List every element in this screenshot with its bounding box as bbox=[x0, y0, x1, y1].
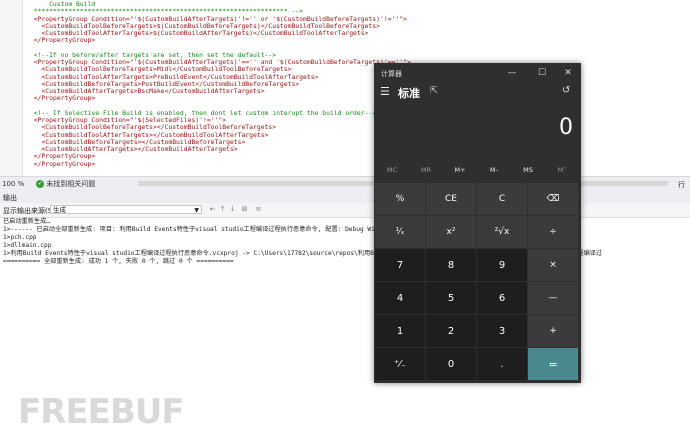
subtract-key[interactable]: — bbox=[528, 282, 578, 314]
word-wrap-icon[interactable]: ≡ bbox=[254, 205, 263, 214]
code-line[interactable]: </PropertyGroup> bbox=[26, 36, 411, 44]
digit-3-key[interactable]: 3 bbox=[477, 315, 527, 347]
code-editor[interactable]: Custom Build ***************************… bbox=[0, 0, 690, 176]
calculator-window[interactable]: 计算器 — ☐ ✕ ☰ 标准 ⇱ ↺ 0 MC MR M+ M- MS M˅ % CE C ⌫ ¹… bbox=[374, 63, 581, 383]
hamburger-icon[interactable]: ☰ bbox=[380, 85, 390, 98]
digit-9-key[interactable]: 9 bbox=[477, 249, 527, 281]
calculator-display: 0 bbox=[559, 115, 573, 140]
digit-2-key[interactable]: 2 bbox=[426, 315, 476, 347]
keep-on-top-icon[interactable]: ⇱ bbox=[430, 86, 438, 96]
calculator-titlebar[interactable]: 计算器 — ☐ ✕ bbox=[374, 63, 581, 83]
output-source-value: 生成 bbox=[53, 206, 66, 214]
editor-status-bar: 100 % ✓ 未找到相关问题 行 bbox=[0, 176, 690, 191]
minimize-icon[interactable]: — bbox=[502, 66, 522, 80]
find-message-icon[interactable]: ⇤ bbox=[208, 205, 217, 214]
next-message-icon[interactable]: ↓ bbox=[228, 205, 237, 214]
zoom-level[interactable]: 100 % bbox=[2, 180, 24, 188]
add-key[interactable]: + bbox=[528, 315, 578, 347]
freebuf-watermark: FREEBUF bbox=[18, 392, 185, 432]
code-text[interactable]: Custom Build ***************************… bbox=[26, 0, 411, 175]
prev-message-icon[interactable]: ↑ bbox=[218, 205, 227, 214]
clear-entry-key[interactable]: CE bbox=[426, 183, 476, 215]
check-icon: ✓ bbox=[36, 180, 44, 188]
output-title: 输出 bbox=[3, 194, 17, 202]
percent-key[interactable]: % bbox=[375, 183, 425, 215]
calculator-header: ☰ 标准 ⇱ ↺ bbox=[374, 83, 581, 103]
digit-7-key[interactable]: 7 bbox=[375, 249, 425, 281]
multiply-key[interactable]: × bbox=[528, 249, 578, 281]
decimal-key[interactable]: . bbox=[477, 348, 527, 380]
memory-button[interactable]: MR bbox=[409, 166, 443, 174]
memory-button[interactable]: M- bbox=[477, 166, 511, 174]
reciprocal-key[interactable]: ¹⁄ₓ bbox=[375, 216, 425, 248]
digit-6-key[interactable]: 6 bbox=[477, 282, 527, 314]
code-line[interactable]: </PropertyGroup> bbox=[26, 160, 411, 168]
mode-title: 标准 bbox=[398, 87, 420, 100]
equals-key[interactable]: = bbox=[528, 348, 578, 380]
output-panel-header: 输出 bbox=[0, 191, 690, 203]
clear-key[interactable]: C bbox=[477, 183, 527, 215]
memory-button[interactable]: M˅ bbox=[545, 166, 579, 174]
backspace-key[interactable]: ⌫ bbox=[528, 183, 578, 215]
sqrt-key[interactable]: ²√x bbox=[477, 216, 527, 248]
code-line[interactable]: </PropertyGroup> bbox=[26, 94, 411, 102]
output-source-select[interactable]: 生成 ▼ bbox=[50, 205, 202, 214]
code-line[interactable] bbox=[26, 168, 411, 175]
divide-key[interactable]: ÷ bbox=[528, 216, 578, 248]
digit-4-key[interactable]: 4 bbox=[375, 282, 425, 314]
memory-button[interactable]: MC bbox=[375, 166, 409, 174]
calculator-keypad: % CE C ⌫ ¹⁄ₓ x² ²√x ÷ 7 8 9 × 4 5 6— 1 2 3 + ⁺⁄₋ 0. = bbox=[375, 183, 580, 382]
memory-button[interactable]: M+ bbox=[443, 166, 477, 174]
digit-8-key[interactable]: 8 bbox=[426, 249, 476, 281]
calculator-title: 计算器 bbox=[381, 70, 402, 78]
clear-all-icon[interactable]: ⊠ bbox=[240, 205, 249, 214]
negate-key[interactable]: ⁺⁄₋ bbox=[375, 348, 425, 380]
editor-gutter bbox=[0, 0, 23, 176]
chevron-down-icon: ▼ bbox=[194, 207, 199, 214]
issues-text: 未找到相关问题 bbox=[46, 180, 96, 188]
digit-1-key[interactable]: 1 bbox=[375, 315, 425, 347]
issues-indicator[interactable]: ✓ 未找到相关问题 bbox=[36, 179, 95, 189]
maximize-icon[interactable]: ☐ bbox=[532, 66, 552, 80]
digit-0-key[interactable]: 0 bbox=[426, 348, 476, 380]
close-icon[interactable]: ✕ bbox=[558, 66, 578, 80]
square-key[interactable]: x² bbox=[426, 216, 476, 248]
output-toolbar: 显示输出来源(S): 生成 ▼ ⇤ ↑ ↓ ⊠ ≡ bbox=[0, 203, 690, 218]
digit-5-key[interactable]: 5 bbox=[426, 282, 476, 314]
row-indicator: 行 bbox=[678, 181, 685, 189]
history-icon[interactable]: ↺ bbox=[562, 85, 570, 96]
memory-button[interactable]: MS bbox=[511, 166, 545, 174]
